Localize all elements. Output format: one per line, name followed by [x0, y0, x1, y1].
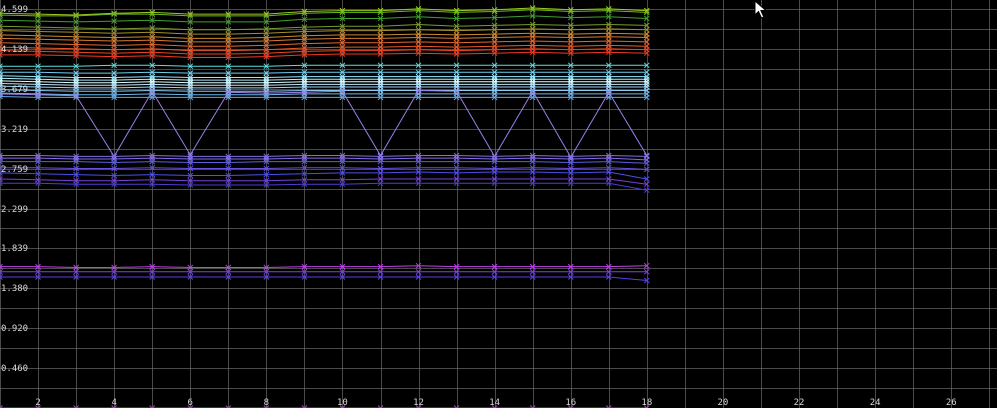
series-line: [0, 89, 648, 159]
x-tick-label: 14: [489, 398, 500, 408]
x-tick-label: 12: [413, 398, 424, 408]
series-line: [0, 157, 647, 161]
x-tick-label: 26: [946, 398, 957, 408]
chart-root: 0.460 0.920 1.380 1.839 2.299 2.759 3.219 3.679…: [0, 0, 997, 408]
x-tick-label: 24: [870, 398, 881, 408]
series-line: [0, 265, 647, 268]
series-line: [0, 77, 647, 81]
y-tick-label: 3.219: [1, 125, 28, 135]
y-tick-label: 1.380: [1, 284, 28, 294]
y-tick-label: 2.299: [1, 205, 28, 215]
x-tick-label: 18: [641, 398, 652, 408]
series-line: [0, 154, 647, 157]
y-tick-label: 3.679: [1, 85, 28, 95]
mouse-pointer-icon: [754, 0, 768, 19]
y-tick-label: 0.460: [1, 364, 28, 374]
x-tick-label: 20: [718, 398, 729, 408]
x-tick-label: 16: [565, 398, 576, 408]
x-tick-label: 8: [264, 398, 269, 408]
series-line: [0, 96, 647, 98]
series-line: [0, 171, 647, 180]
series-line: [0, 83, 647, 86]
grid: [0, 0, 997, 408]
y-tick-label: 4.139: [1, 45, 28, 55]
series-line: [0, 71, 647, 74]
series-line: [0, 80, 647, 84]
series-line: [0, 32, 647, 39]
series-line: [0, 75, 647, 78]
series-group: [0, 5, 650, 408]
series-line: [0, 85, 647, 89]
x-tick-label: 10: [337, 398, 348, 408]
series-line: [0, 276, 647, 281]
series-line: [0, 64, 647, 67]
series-line: [0, 15, 647, 23]
y-tick-label: 0.920: [1, 324, 28, 334]
y-tick-label: 1.839: [1, 244, 28, 254]
y-tick-label: 2.759: [1, 165, 28, 175]
y-tick-label: 4.599: [1, 5, 28, 15]
x-tick-label: 6: [188, 398, 193, 408]
line-chart: 0.460 0.920 1.380 1.839 2.299 2.759 3.219 3.679…: [0, 0, 997, 408]
series-line: [0, 92, 647, 96]
series-line: [0, 161, 647, 164]
x-tick-label: 22: [794, 398, 805, 408]
data-point-marker: [643, 152, 650, 159]
x-tick-label: 2: [35, 398, 40, 408]
x-tick-label: 4: [111, 398, 116, 408]
